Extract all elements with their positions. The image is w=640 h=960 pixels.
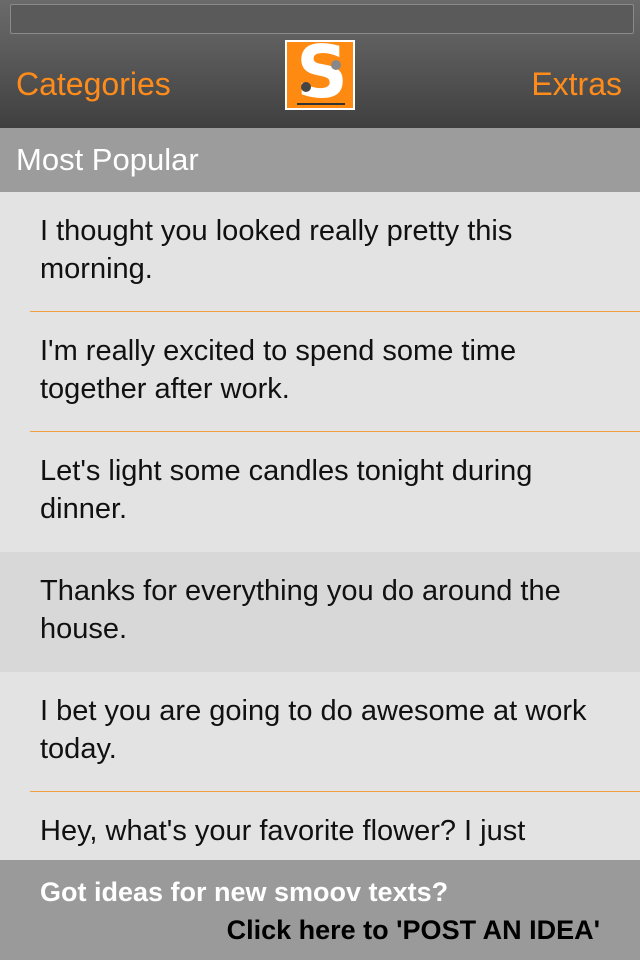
list-item[interactable]: Let's light some candles tonight during …	[0, 432, 640, 552]
list-item[interactable]: Hey, what's your favorite flower? I just	[0, 792, 640, 860]
list-item-text: Let's light some candles tonight during …	[40, 455, 533, 525]
categories-button[interactable]: Categories	[16, 62, 171, 106]
list-item-text: I'm really excited to spend some time to…	[40, 335, 517, 405]
post-idea-banner[interactable]: Got ideas for new smoov texts? Click her…	[0, 860, 640, 960]
top-nav-bar: Categories S Extras	[0, 0, 640, 128]
list-item[interactable]: I bet you are going to do awesome at wor…	[0, 672, 640, 792]
list-item-text: I thought you looked really pretty this …	[40, 215, 513, 285]
extras-button[interactable]: Extras	[531, 62, 622, 106]
post-idea-link[interactable]: Click here to 'POST AN IDEA'	[227, 912, 600, 948]
logo-dot-icon	[331, 60, 341, 70]
text-list[interactable]: I thought you looked really pretty this …	[0, 192, 640, 860]
app-logo: S	[285, 40, 355, 110]
logo-underline	[297, 103, 345, 105]
list-item-text: Thanks for everything you do around the …	[40, 575, 561, 645]
banner-prompt: Got ideas for new smoov texts?	[40, 877, 449, 907]
logo-dot-icon	[301, 82, 311, 92]
logo-letter: S	[296, 40, 348, 110]
list-item[interactable]: I'm really excited to spend some time to…	[0, 312, 640, 432]
address-bar[interactable]	[10, 4, 634, 34]
list-item[interactable]: I thought you looked really pretty this …	[0, 192, 640, 312]
list-item-text: Hey, what's your favorite flower? I just	[40, 815, 526, 847]
list-item-text: I bet you are going to do awesome at wor…	[40, 695, 587, 765]
section-title: Most Popular	[0, 128, 640, 192]
list-item-selected[interactable]: Thanks for everything you do around the …	[0, 552, 640, 672]
